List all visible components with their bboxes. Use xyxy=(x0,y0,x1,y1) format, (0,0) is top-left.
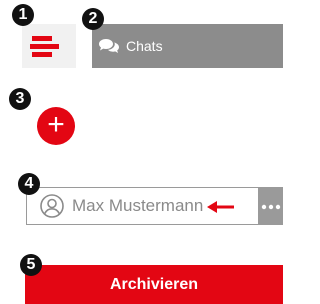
contact-name: Max Mustermann xyxy=(72,196,204,215)
chats-header[interactable]: Chats xyxy=(92,24,283,68)
archive-button[interactable]: Archivieren xyxy=(25,265,283,304)
callout-badge-4: 4 xyxy=(18,173,40,195)
menu-button[interactable] xyxy=(22,24,76,68)
add-button[interactable]: + xyxy=(37,107,75,145)
callout-badge-2: 2 xyxy=(82,8,104,30)
plus-icon: + xyxy=(47,108,65,141)
callout-badge-5: 5 xyxy=(20,254,42,276)
ellipsis-icon xyxy=(261,197,281,215)
callout-badge-1: 1 xyxy=(12,4,34,26)
contact-row[interactable]: Max Mustermann xyxy=(26,187,283,225)
more-options-button[interactable] xyxy=(259,187,283,225)
user-avatar-icon xyxy=(40,194,64,218)
chats-label: Chats xyxy=(126,38,163,54)
callout-badge-3: 3 xyxy=(9,88,31,110)
archive-button-label: Archivieren xyxy=(109,275,199,293)
arrow-left-icon xyxy=(207,200,235,213)
chat-bubbles-icon xyxy=(98,37,124,55)
contact-entry[interactable]: Max Mustermann xyxy=(26,187,259,225)
